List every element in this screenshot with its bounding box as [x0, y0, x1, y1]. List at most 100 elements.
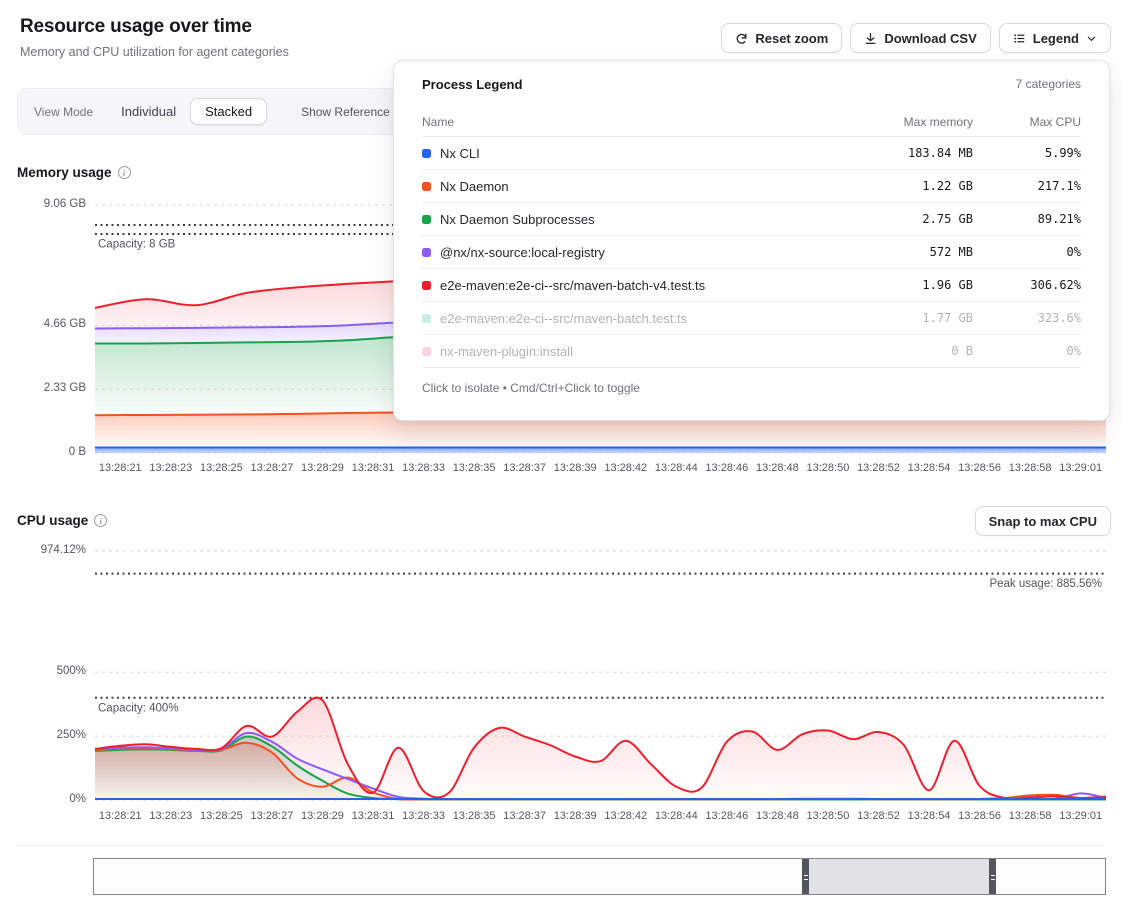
legend-row[interactable]: e2e-maven:e2e-ci--src/maven-batch-v4.tes…	[422, 269, 1081, 302]
time-tick-label: 13:28:46	[702, 462, 753, 474]
time-tick-label: 13:28:44	[651, 462, 702, 474]
time-tick-label: 13:29:01	[1055, 810, 1106, 822]
svg-text:Capacity: 400%: Capacity: 400%	[98, 702, 179, 714]
time-tick-label: 13:28:44	[651, 810, 702, 822]
time-tick-label: 13:28:25	[196, 810, 247, 822]
y-tick-label: 2.33 GB	[0, 382, 86, 394]
time-tick-label: 13:28:56	[954, 810, 1005, 822]
legend-row-max-memory: 1.96 GB	[823, 278, 973, 292]
memory-x-axis: 13:28:2113:28:2313:28:2513:28:2713:28:29…	[95, 462, 1106, 474]
legend-category-count: 7 categories	[1016, 77, 1081, 91]
legend-row[interactable]: Nx Daemon1.22 GB217.1%	[422, 170, 1081, 203]
legend-row[interactable]: e2e-maven:e2e-ci--src/maven-batch.test.t…	[422, 302, 1081, 335]
memory-section-title: Memory usage i	[17, 165, 131, 180]
legend-row-max-cpu: 323.6%	[973, 311, 1081, 325]
header-actions: Reset zoom Download CSV Legend	[721, 23, 1111, 53]
legend-row[interactable]: nx-maven-plugin:install0 B0%	[422, 335, 1081, 368]
legend-row-max-memory: 1.77 GB	[823, 311, 973, 325]
page-title: Resource usage over time	[20, 16, 252, 38]
legend-row-max-cpu: 217.1%	[973, 179, 1081, 193]
time-tick-label: 13:28:46	[702, 810, 753, 822]
series-color-dot	[422, 215, 431, 224]
legend-row-max-cpu: 5.99%	[973, 146, 1081, 160]
legend-row-name: Nx CLI	[422, 146, 823, 161]
time-tick-label: 13:28:27	[247, 810, 298, 822]
time-tick-label: 13:28:58	[1005, 810, 1056, 822]
y-tick-label: 500%	[0, 665, 86, 677]
legend-row-max-memory: 183.84 MB	[823, 146, 973, 160]
time-tick-label: 13:28:39	[550, 462, 601, 474]
time-tick-label: 13:28:52	[853, 462, 904, 474]
time-tick-label: 13:28:21	[95, 810, 146, 822]
legend-row-name: Nx Daemon	[422, 179, 823, 194]
legend-footer-hint: Click to isolate • Cmd/Ctrl+Click to tog…	[422, 368, 1081, 408]
legend-row-max-memory: 572 MB	[823, 245, 973, 259]
legend-row-max-memory: 1.22 GB	[823, 179, 973, 193]
time-tick-label: 13:28:56	[954, 462, 1005, 474]
legend-column-headers: Name Max memory Max CPU	[422, 107, 1081, 137]
legend-row-max-memory: 2.75 GB	[823, 212, 973, 226]
legend-row-name: @nx/nx-source:local-registry	[422, 245, 823, 260]
download-csv-button[interactable]: Download CSV	[850, 23, 990, 53]
legend-row[interactable]: @nx/nx-source:local-registry572 MB0%	[422, 236, 1081, 269]
y-tick-label: 974.12%	[0, 544, 86, 556]
time-tick-label: 13:28:48	[752, 810, 803, 822]
legend-row[interactable]: Nx Daemon Subprocesses2.75 GB89.21%	[422, 203, 1081, 236]
time-tick-label: 13:28:25	[196, 462, 247, 474]
legend-row-max-memory: 0 B	[823, 344, 973, 358]
y-tick-label: 4.66 GB	[0, 318, 86, 330]
y-tick-label: 9.06 GB	[0, 198, 86, 210]
download-icon	[864, 32, 877, 45]
chevron-down-icon	[1086, 33, 1097, 44]
time-tick-label: 13:28:52	[853, 810, 904, 822]
legend-row-name: Nx Daemon Subprocesses	[422, 212, 823, 227]
y-tick-label: 0%	[0, 793, 86, 805]
page-subtitle: Memory and CPU utilization for agent cat…	[20, 45, 289, 59]
info-icon[interactable]: i	[94, 514, 107, 527]
time-tick-label: 13:28:42	[600, 810, 651, 822]
legend-row[interactable]: Nx CLI183.84 MB5.99%	[422, 137, 1081, 170]
brush-selection[interactable]	[805, 859, 992, 894]
time-tick-label: 13:28:31	[348, 810, 399, 822]
time-tick-label: 13:28:50	[803, 462, 854, 474]
legend-panel-title: Process Legend	[422, 77, 522, 92]
legend-dropdown-button[interactable]: Legend	[999, 23, 1111, 53]
time-tick-label: 13:28:31	[348, 462, 399, 474]
legend-rows: Nx CLI183.84 MB5.99%Nx Daemon1.22 GB217.…	[422, 137, 1081, 368]
time-tick-label: 13:28:58	[1005, 462, 1056, 474]
series-color-dot	[422, 347, 431, 356]
brush-handle-right[interactable]	[989, 859, 996, 894]
legend-row-name: e2e-maven:e2e-ci--src/maven-batch.test.t…	[422, 311, 823, 326]
legend-row-max-cpu: 89.21%	[973, 212, 1081, 226]
legend-row-max-cpu: 0%	[973, 344, 1081, 358]
snap-to-max-cpu-button[interactable]: Snap to max CPU	[975, 506, 1111, 536]
time-tick-label: 13:28:42	[600, 462, 651, 474]
view-mode-individual[interactable]: Individual	[121, 104, 176, 119]
time-tick-label: 13:28:23	[146, 462, 197, 474]
legend-row-max-cpu: 0%	[973, 245, 1081, 259]
reset-zoom-button[interactable]: Reset zoom	[721, 23, 842, 53]
time-tick-label: 13:28:54	[904, 810, 955, 822]
view-mode-stacked[interactable]: Stacked	[190, 98, 267, 125]
time-tick-label: 13:28:33	[398, 810, 449, 822]
time-range-brush[interactable]	[93, 858, 1106, 895]
legend-row-name: nx-maven-plugin:install	[422, 344, 823, 359]
time-tick-label: 13:28:35	[449, 810, 500, 822]
time-tick-label: 13:28:27	[247, 462, 298, 474]
refresh-icon	[735, 32, 748, 45]
time-tick-label: 13:28:39	[550, 810, 601, 822]
list-icon	[1013, 32, 1026, 45]
legend-row-max-cpu: 306.62%	[973, 278, 1081, 292]
time-tick-label: 13:28:50	[803, 810, 854, 822]
y-tick-label: 0 B	[0, 446, 86, 458]
brush-handle-left[interactable]	[802, 859, 809, 894]
time-tick-label: 13:28:54	[904, 462, 955, 474]
svg-text:Capacity: 8 GB: Capacity: 8 GB	[98, 239, 176, 251]
time-tick-label: 13:28:23	[146, 810, 197, 822]
time-tick-label: 13:28:29	[297, 810, 348, 822]
time-tick-label: 13:28:35	[449, 462, 500, 474]
info-icon[interactable]: i	[118, 166, 131, 179]
y-tick-label: 250%	[0, 729, 86, 741]
legend-row-name: e2e-maven:e2e-ci--src/maven-batch-v4.tes…	[422, 278, 823, 293]
cpu-chart[interactable]: Peak usage: 885.56%Capacity: 400%	[95, 545, 1106, 807]
